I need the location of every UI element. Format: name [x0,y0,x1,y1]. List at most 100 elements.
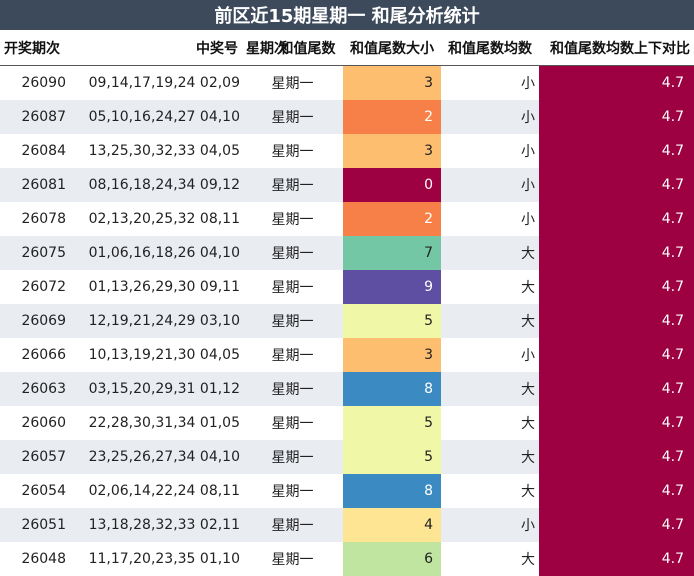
cell-tail-avg: 4.7 [539,508,694,542]
cell-weekday: 星期一 [242,270,343,304]
table-row: 2608705,10,16,24,27 04,10星期一2小4.7低 [0,100,694,134]
cell-numbers: 09,14,17,19,24 02,09 [70,65,242,100]
table-row: 2605723,25,26,27,34 04,10星期一5大4.7高 [0,440,694,474]
cell-issue: 26075 [0,236,70,270]
cell-tail-size: 小 [441,65,539,100]
header-issue: 开奖期次 [0,31,70,66]
cell-issue: 26048 [0,542,70,576]
cell-issue: 26063 [0,372,70,406]
table-row: 2607501,06,16,18,26 04,10星期一7大4.7高 [0,236,694,270]
cell-weekday: 星期一 [242,474,343,508]
cell-tail: 5 [343,406,441,440]
cell-issue: 26072 [0,270,70,304]
cell-tail: 4 [343,508,441,542]
cell-weekday: 星期一 [242,406,343,440]
cell-tail: 8 [343,372,441,406]
cell-tail-avg: 4.7 [539,474,694,508]
cell-tail-size: 小 [441,338,539,372]
header-tail-compare: 和值尾数均数上下对比 [539,31,694,66]
cell-tail-size: 大 [441,440,539,474]
cell-tail: 5 [343,440,441,474]
cell-numbers: 02,06,14,22,24 08,11 [70,474,242,508]
cell-issue: 26087 [0,100,70,134]
cell-issue: 26081 [0,168,70,202]
table-row: 2607802,13,20,25,32 08,11星期一2小4.7低 [0,202,694,236]
table-row: 2608413,25,30,32,33 04,05星期一3小4.7低 [0,134,694,168]
cell-weekday: 星期一 [242,542,343,576]
cell-tail: 0 [343,168,441,202]
table-row: 2608108,16,18,24,34 09,12星期一0小4.7低 [0,168,694,202]
cell-tail-avg: 4.7 [539,236,694,270]
cell-numbers: 02,13,20,25,32 08,11 [70,202,242,236]
cell-tail-avg: 4.7 [539,372,694,406]
cell-issue: 26066 [0,338,70,372]
cell-tail-avg: 4.7 [539,168,694,202]
cell-tail: 3 [343,65,441,100]
cell-weekday: 星期一 [242,168,343,202]
header-tail-size: 和值尾数大小 [343,31,441,66]
table-row: 2609009,14,17,19,24 02,09星期一3小4.7低 [0,65,694,100]
table-row: 2605113,18,28,32,33 02,11星期一4小4.7低 [0,508,694,542]
cell-tail-avg: 4.7 [539,338,694,372]
cell-weekday: 星期一 [242,134,343,168]
table-row: 2605402,06,14,22,24 08,11星期一8大4.7高 [0,474,694,508]
cell-tail: 6 [343,542,441,576]
cell-tail-size: 大 [441,372,539,406]
cell-issue: 26057 [0,440,70,474]
cell-tail-avg: 4.7 [539,65,694,100]
cell-numbers: 11,17,20,23,35 01,10 [70,542,242,576]
cell-weekday: 星期一 [242,100,343,134]
cell-numbers: 22,28,30,31,34 01,05 [70,406,242,440]
cell-numbers: 01,06,16,18,26 04,10 [70,236,242,270]
cell-tail-avg: 4.7 [539,100,694,134]
cell-tail: 7 [343,236,441,270]
cell-numbers: 01,13,26,29,30 09,11 [70,270,242,304]
page-title: 前区近15期星期一 和尾分析统计 [0,0,694,30]
table-row: 2604811,17,20,23,35 01,10星期一6大4.7高 [0,542,694,576]
cell-tail-size: 小 [441,168,539,202]
cell-weekday: 星期一 [242,202,343,236]
cell-numbers: 13,25,30,32,33 04,05 [70,134,242,168]
cell-tail-size: 小 [441,134,539,168]
cell-issue: 26069 [0,304,70,338]
cell-tail-avg: 4.7 [539,202,694,236]
cell-numbers: 23,25,26,27,34 04,10 [70,440,242,474]
cell-tail-size: 小 [441,508,539,542]
cell-issue: 26051 [0,508,70,542]
cell-weekday: 星期一 [242,338,343,372]
cell-numbers: 03,15,20,29,31 01,12 [70,372,242,406]
cell-tail-avg: 4.7 [539,270,694,304]
table-row: 2606912,19,21,24,29 03,10星期一5大4.7高 [0,304,694,338]
cell-tail-avg: 4.7 [539,406,694,440]
cell-tail: 9 [343,270,441,304]
cell-numbers: 05,10,16,24,27 04,10 [70,100,242,134]
cell-weekday: 星期一 [242,372,343,406]
cell-issue: 26054 [0,474,70,508]
cell-tail: 5 [343,304,441,338]
cell-numbers: 13,18,28,32,33 02,11 [70,508,242,542]
cell-tail: 3 [343,338,441,372]
cell-tail-avg: 4.7 [539,542,694,576]
header-tail-avg: 和值尾数均数 [441,31,539,66]
header-weekday-visible: 星期次 [242,31,288,66]
cell-issue: 26078 [0,202,70,236]
table-row: 2606610,13,19,21,30 04,05星期一3小4.7低 [0,338,694,372]
cell-tail-size: 大 [441,304,539,338]
cell-tail-size: 大 [441,542,539,576]
cell-tail: 8 [343,474,441,508]
cell-weekday: 星期一 [242,236,343,270]
cell-issue: 26084 [0,134,70,168]
cell-numbers: 12,19,21,24,29 03,10 [70,304,242,338]
cell-tail: 3 [343,134,441,168]
table-header-row: 开奖期次 中奖号 星期次 星期次 和值尾数 和值尾数大小 和值尾数均数 和值尾数… [0,31,694,66]
cell-tail-avg: 4.7 [539,304,694,338]
cell-weekday: 星期一 [242,304,343,338]
cell-numbers: 08,16,18,24,34 09,12 [70,168,242,202]
cell-tail: 2 [343,202,441,236]
table-row: 2607201,13,26,29,30 09,11星期一9大4.7高 [0,270,694,304]
cell-weekday: 星期一 [242,65,343,100]
cell-tail-size: 大 [441,270,539,304]
table-row: 2606303,15,20,29,31 01,12星期一8大4.7高 [0,372,694,406]
table-row: 2606022,28,30,31,34 01,05星期一5大4.7高 [0,406,694,440]
cell-issue: 26060 [0,406,70,440]
